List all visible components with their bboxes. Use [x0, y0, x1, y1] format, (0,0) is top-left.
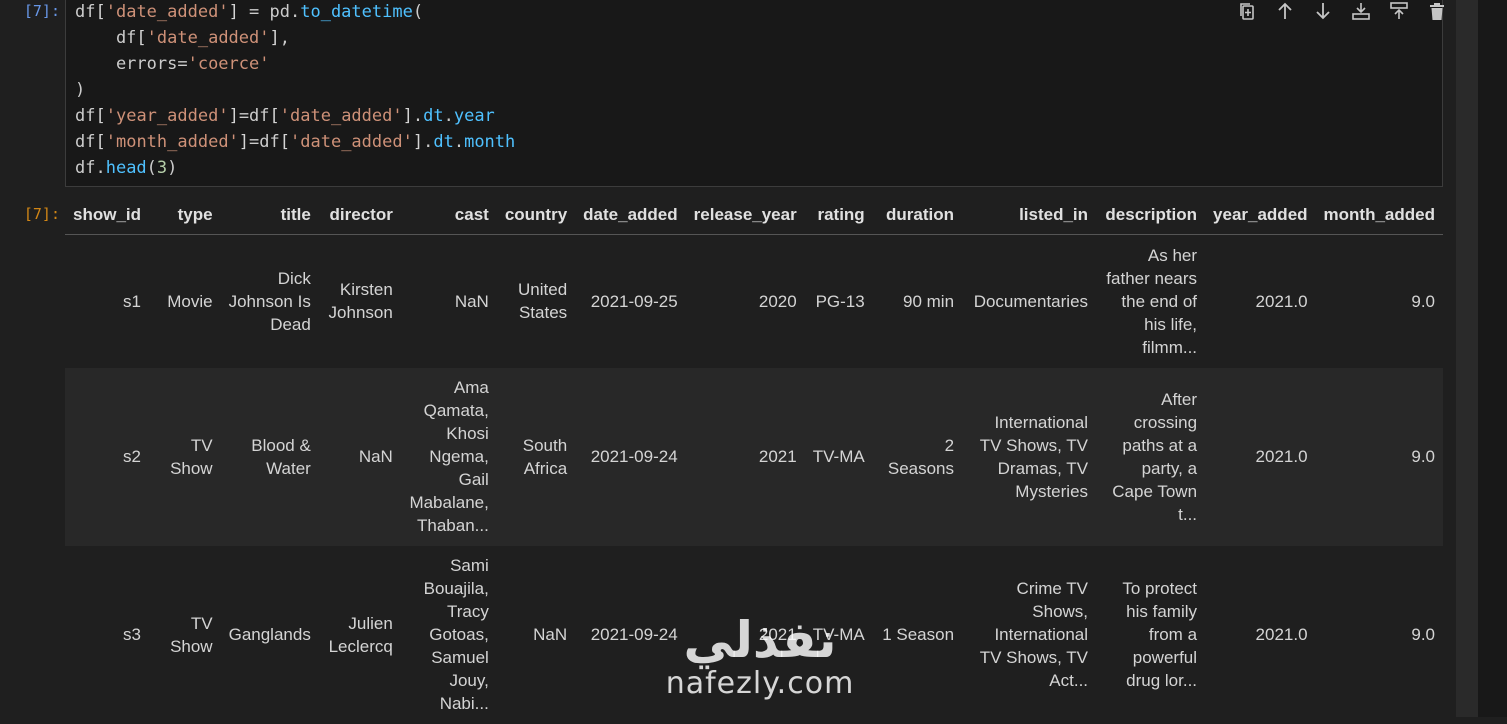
- table-row: s1 Movie Dick Johnson Is Dead Kirsten Jo…: [65, 235, 1443, 368]
- dataframe-output-table: show_id type title director cast country…: [65, 198, 1443, 724]
- table-cell: 2021.0: [1255, 625, 1308, 644]
- table-cell: Julien Leclercq: [328, 613, 393, 656]
- table-cell: TV-MA: [812, 447, 865, 466]
- column-header: cast: [400, 198, 497, 235]
- table-cell: Documentaries: [973, 291, 1089, 311]
- table-cell: 2021-09-24: [590, 447, 678, 466]
- table-cell: 2021.0: [1255, 291, 1308, 311]
- insert-above-icon: [1390, 2, 1408, 19]
- table-cell: 2021: [758, 447, 797, 466]
- column-header: type: [149, 198, 221, 235]
- table-cell: TV-MA: [812, 625, 865, 644]
- column-header: country: [496, 198, 576, 235]
- code-line-1: df['date_added'] = pd.to_datetime(: [75, 2, 423, 22]
- table-cell: Sami Bouajila, Tracy Gotoas, Samuel Jouy…: [423, 556, 489, 713]
- code-line-6-text: df['month_added']=df['date_added'].dt.mo…: [75, 132, 516, 152]
- code-line-4-text: ): [75, 80, 86, 100]
- trash-icon: [1430, 3, 1444, 20]
- table-cell: 2021.0: [1255, 447, 1308, 466]
- column-header: month_added: [1315, 198, 1443, 235]
- column-header: duration: [872, 198, 963, 235]
- table-cell: Crime TV Shows, International TV Shows, …: [979, 579, 1089, 690]
- table-header-row: show_id type title director cast country…: [65, 198, 1443, 235]
- scrollbar-track[interactable]: [1456, 0, 1478, 717]
- table-cell: Blood & Water: [251, 435, 311, 478]
- table-cell: 2021-09-24: [590, 625, 678, 644]
- table-cell: 9.0: [1411, 291, 1435, 311]
- table-row: s3 TV Show Ganglands Julien Leclercq Sam…: [65, 546, 1443, 724]
- table-cell: As her father nears the end of his life,…: [1106, 245, 1198, 357]
- table-cell: NaN: [358, 447, 393, 466]
- table-cell: South Africa: [522, 435, 568, 478]
- code-line-4: ): [75, 80, 85, 100]
- move-down-icon: [1316, 3, 1330, 20]
- table-cell: PG-13: [815, 291, 865, 311]
- table-cell: NaN: [454, 291, 489, 311]
- column-header: release_year: [685, 198, 805, 235]
- table-cell: NaN: [533, 625, 568, 644]
- table-cell: Ganglands: [228, 625, 311, 644]
- table-cell: United States: [518, 280, 568, 323]
- table-cell: TV Show: [170, 435, 213, 478]
- move-up-icon: [1278, 2, 1292, 19]
- code-line-7-text: df.head(3): [75, 158, 178, 178]
- table-cell: To protect his family from a powerful dr…: [1122, 579, 1198, 690]
- code-line-5-text: df['year_added']=df['date_added'].dt.yea…: [75, 106, 495, 126]
- table-cell: s1: [123, 291, 142, 311]
- input-execution-count: [7]:: [23, 2, 60, 20]
- split-cell-button[interactable]: [1228, 0, 1266, 22]
- code-line-5: df['year_added']=df['date_added'].dt.yea…: [75, 106, 495, 126]
- table-cell: International TV Shows, TV Dramas, TV My…: [979, 412, 1089, 501]
- table-cell: TV Show: [170, 613, 213, 656]
- table-cell: s2: [123, 447, 142, 466]
- code-line-1-text: df['date_added'] = pd.to_datetime(: [75, 2, 424, 22]
- output-execution-count: [7]:: [23, 205, 60, 223]
- editor-scrollbar-area[interactable]: [1456, 0, 1507, 717]
- code-cell[interactable]: df['date_added'] = pd.to_datetime( df['d…: [65, 0, 1443, 187]
- insert-cell-below-button[interactable]: [1342, 0, 1380, 22]
- table-cell: 2 Seasons: [887, 435, 955, 478]
- cell-toolbar: [1228, 0, 1456, 22]
- code-line-2: df['date_added'],: [75, 28, 290, 48]
- table-cell: Ama Qamata, Khosi Ngema, Gail Mabalane, …: [409, 378, 489, 535]
- table-cell: 90 min: [903, 291, 955, 311]
- delete-cell-button[interactable]: [1418, 0, 1456, 22]
- column-header: description: [1096, 198, 1206, 235]
- column-header: rating: [804, 198, 873, 235]
- table-cell: After crossing paths at a party, a Cape …: [1112, 389, 1198, 524]
- table-cell: 9.0: [1411, 625, 1435, 644]
- table-cell: s3: [123, 625, 142, 644]
- code-line-6: df['month_added']=df['date_added'].dt.mo…: [75, 132, 515, 152]
- code-line-2-text: df['date_added'],: [75, 28, 290, 48]
- code-line-3: errors='coerce': [75, 54, 270, 74]
- table-cell: 1 Season: [882, 625, 955, 644]
- table-cell: 2021-09-25: [590, 291, 678, 311]
- insert-cell-above-button[interactable]: [1380, 0, 1418, 22]
- code-line-3-text: errors='coerce': [75, 54, 270, 74]
- table-row: s2 TV Show Blood & Water NaN Ama Qamata,…: [65, 367, 1443, 546]
- move-cell-down-button[interactable]: [1304, 0, 1342, 22]
- table-cell: 2020: [758, 291, 797, 311]
- column-header: director: [318, 198, 401, 235]
- column-header: show_id: [65, 198, 150, 235]
- insert-below-icon: [1352, 3, 1370, 20]
- table-cell: Kirsten Johnson: [328, 280, 393, 323]
- table-cell: 9.0: [1411, 447, 1435, 466]
- split-cell-icon: [1240, 3, 1254, 20]
- column-header: date_added: [575, 198, 686, 235]
- table-cell: Dick Johnson Is Dead: [228, 268, 311, 334]
- column-header: listed_in: [962, 198, 1097, 235]
- table-cell: 2021: [758, 625, 797, 644]
- column-header: title: [220, 198, 319, 235]
- code-editor[interactable]: df['date_added'] = pd.to_datetime( df['d…: [75, 0, 515, 181]
- code-line-7: df.head(3): [75, 158, 177, 178]
- table-cell: Movie: [167, 291, 213, 311]
- column-header: year_added: [1205, 198, 1316, 235]
- move-cell-up-button[interactable]: [1266, 0, 1304, 22]
